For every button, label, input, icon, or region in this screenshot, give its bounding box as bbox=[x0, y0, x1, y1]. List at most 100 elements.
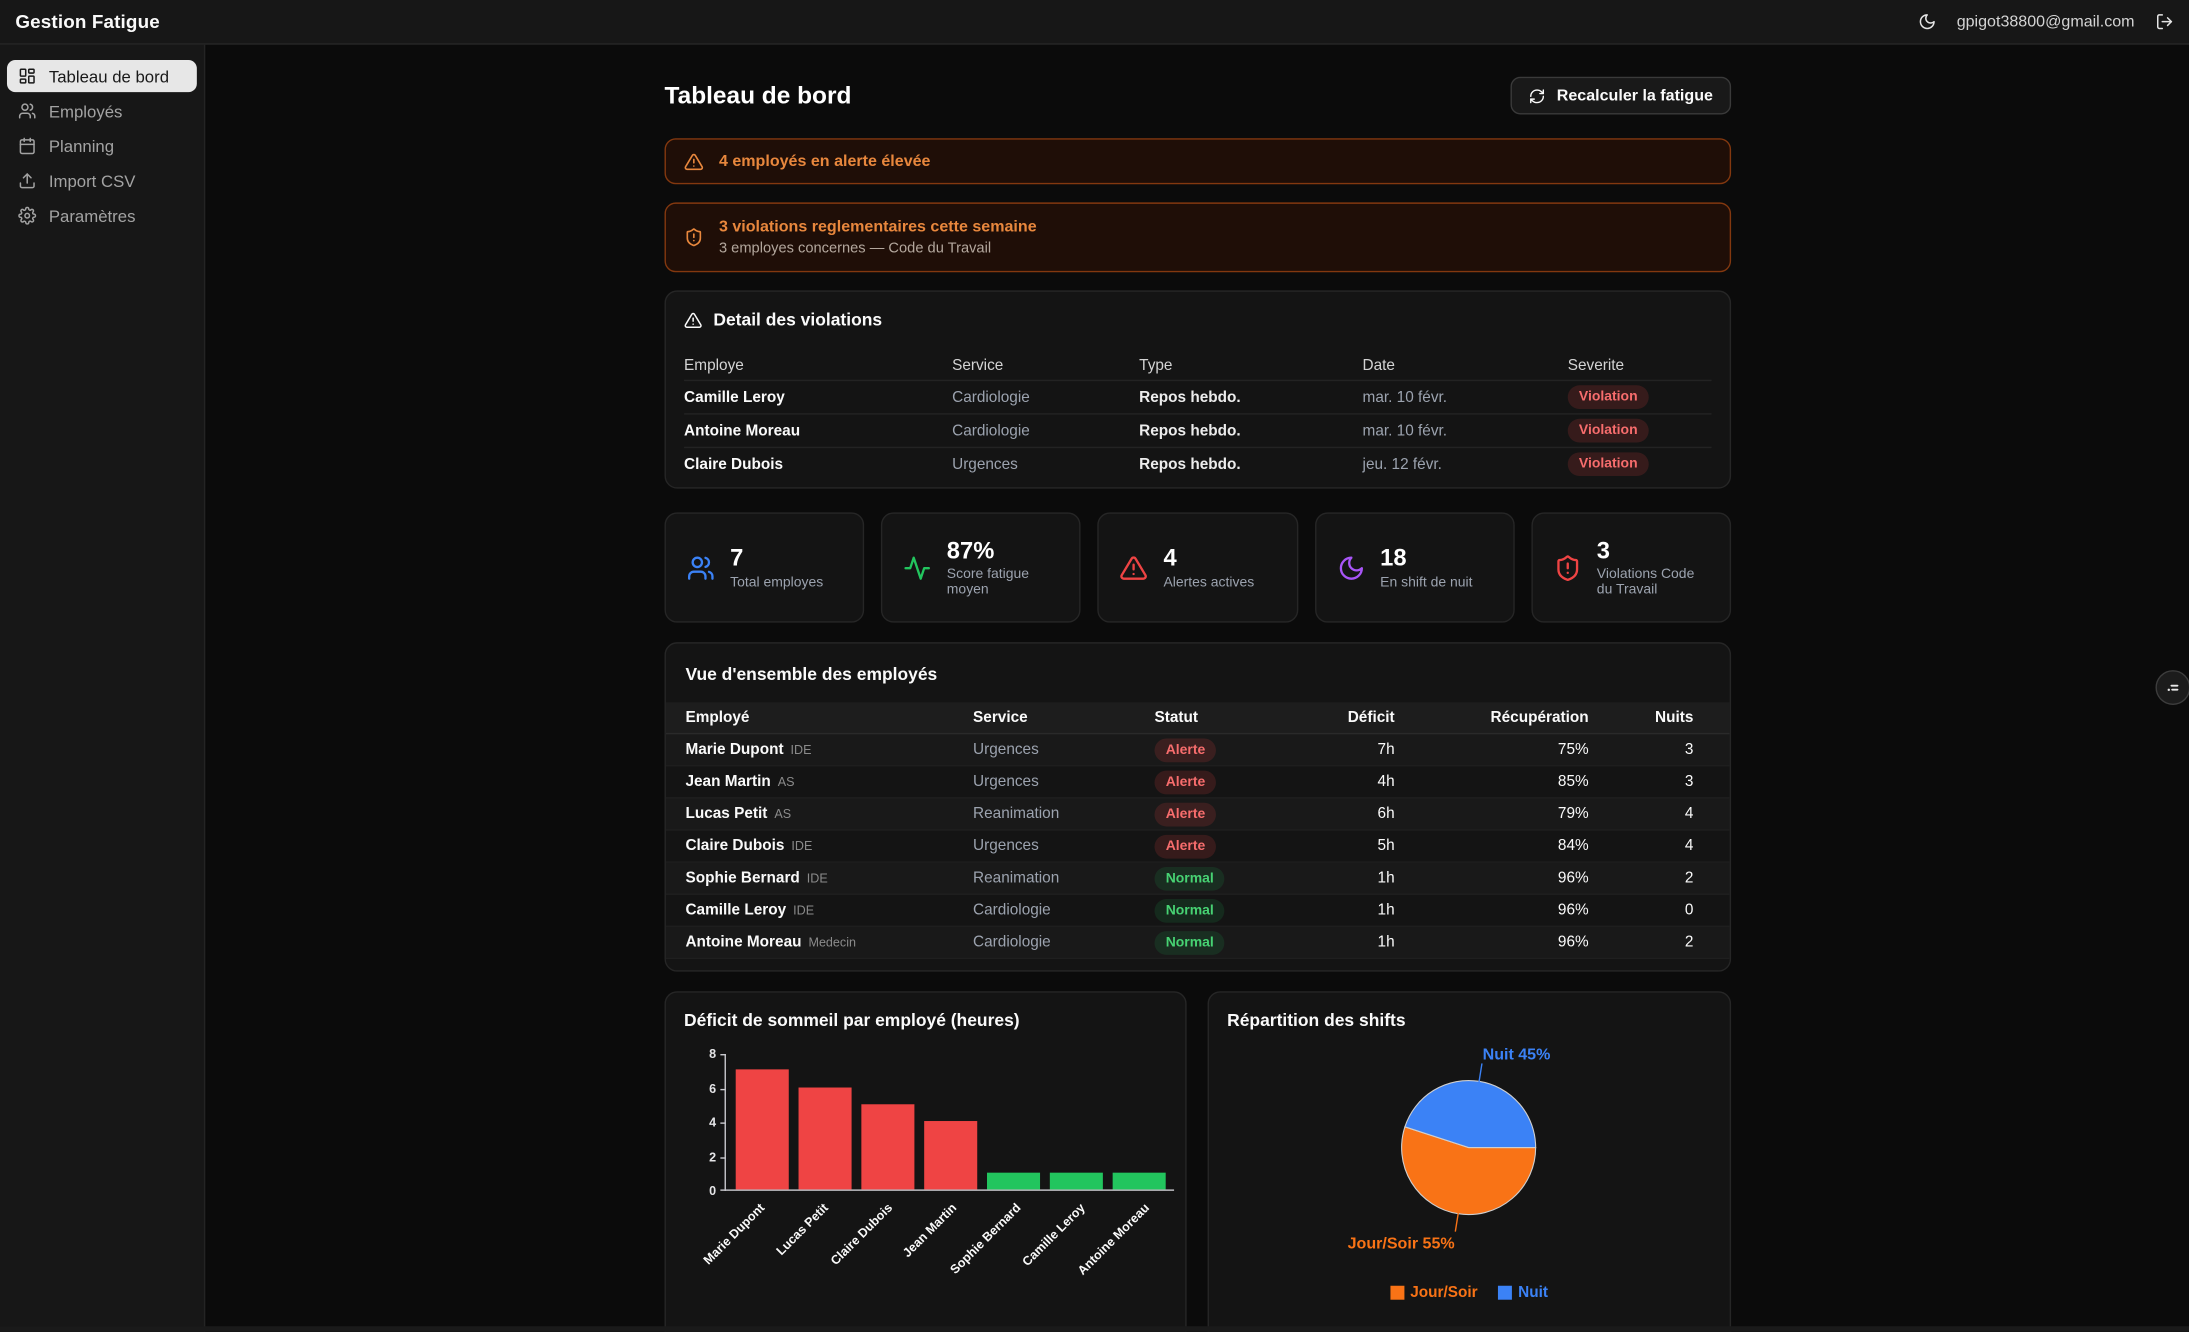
y-axis-tick: 8 bbox=[709, 1047, 716, 1061]
alert-triangle-icon bbox=[1120, 554, 1148, 582]
bar-plot: 02468 bbox=[725, 1054, 1175, 1191]
legend-label: Nuit bbox=[1518, 1284, 1548, 1301]
refresh-icon bbox=[1529, 87, 1546, 104]
legend-swatch bbox=[1499, 1286, 1513, 1300]
stat-value: 4 bbox=[1163, 545, 1254, 572]
sidebar-item-label: Planning bbox=[49, 136, 114, 156]
violations-card-title: Detail des violations bbox=[713, 310, 882, 330]
bar-lucas-petit bbox=[798, 1087, 851, 1190]
legend-label: Jour/Soir bbox=[1410, 1284, 1477, 1301]
table-row: Antoine MoreauMedecin Cardiologie Normal… bbox=[666, 927, 1730, 959]
table-row: Claire DuboisIDE Urgences Alerte 5h 84% … bbox=[666, 831, 1730, 863]
logout-button[interactable] bbox=[2155, 13, 2173, 31]
pie-chart: Jour/Soir 55% Nuit 45% Jour/Soir Nuit bbox=[1227, 1041, 1711, 1301]
high-alert-banner: 4 employés en alerte élevée bbox=[665, 138, 1732, 184]
bar-chart: 02468 Marie DupontLucas PetitClaire Dubo… bbox=[725, 1054, 1175, 1277]
y-axis-tick: 0 bbox=[709, 1184, 716, 1198]
shield-alert-icon bbox=[1554, 554, 1582, 582]
stat-card-code-violations: 3 Violations Code du Travail bbox=[1531, 512, 1731, 622]
stat-value: 7 bbox=[730, 545, 823, 572]
alert-triangle-icon bbox=[684, 311, 702, 329]
table-row: Camille LeroyIDE Cardiologie Normal 1h 9… bbox=[666, 895, 1730, 927]
activity-icon bbox=[904, 554, 932, 582]
stat-label: Violations Code du Travail bbox=[1597, 567, 1709, 598]
topbar-right: gpigot38800@gmail.com bbox=[1918, 13, 2174, 31]
status-badge: Alerte bbox=[1155, 834, 1217, 858]
sidebar-item-employes[interactable]: Employés bbox=[7, 95, 197, 127]
sidebar-item-label: Tableau de bord bbox=[49, 66, 169, 86]
calendar-icon bbox=[18, 137, 36, 155]
violations-detail-card: Detail des violations Employe Service Ty… bbox=[665, 290, 1732, 488]
status-badge: Violation bbox=[1568, 419, 1649, 443]
x-axis-label: Marie Dupont bbox=[700, 1201, 767, 1268]
shift-distribution-chart-card: Répartition des shifts Jour/Soir 55% Nuit… bbox=[1208, 991, 1732, 1332]
shield-alert-icon bbox=[684, 228, 704, 248]
y-axis-tick: 6 bbox=[709, 1081, 716, 1095]
employee-overview-card: Vue d'ensemble des employés Employé Serv… bbox=[665, 642, 1732, 971]
role-tag: AS bbox=[774, 807, 791, 821]
pie-svg: Jour/Soir 55% Nuit 45% bbox=[1227, 1041, 1711, 1281]
user-email: gpigot38800@gmail.com bbox=[1957, 13, 2135, 30]
role-tag: IDE bbox=[807, 871, 828, 885]
pie-label: Nuit 45% bbox=[1483, 1045, 1551, 1063]
pie-chart-title: Répartition des shifts bbox=[1227, 1011, 1711, 1031]
pie-legend: Jour/Soir Nuit bbox=[1227, 1284, 1711, 1301]
table-row: Marie DupontIDE Urgences Alerte 7h 75% 3 bbox=[666, 734, 1730, 766]
role-tag: AS bbox=[778, 775, 795, 789]
legend-swatch bbox=[1391, 1286, 1405, 1300]
role-tag: IDE bbox=[791, 743, 812, 757]
table-row: Lucas PetitAS Reanimation Alerte 6h 79% … bbox=[666, 799, 1730, 831]
main-area: Tableau de bord Recalculer la fatigue 4 … bbox=[207, 45, 2189, 1332]
stat-value: 87% bbox=[947, 537, 1059, 564]
recalculate-fatigue-button[interactable]: Recalculer la fatigue bbox=[1511, 77, 1731, 115]
bar-jean-martin bbox=[923, 1121, 976, 1189]
status-badge: Alerte bbox=[1155, 802, 1217, 826]
stat-card-night-shift: 18 En shift de nuit bbox=[1315, 512, 1515, 622]
bar-sophie-bernard bbox=[986, 1172, 1039, 1189]
overview-table: Employé Service Statut Déficit Récupérat… bbox=[666, 702, 1730, 959]
stats-row: 7 Total employes 87% Score fatigue moyen bbox=[665, 512, 1732, 622]
app-title: Gestion Fatigue bbox=[15, 11, 160, 32]
floating-list-button[interactable] bbox=[2155, 670, 2189, 705]
pie-label: Jour/Soir 55% bbox=[1348, 1234, 1455, 1252]
sidebar-item-planning[interactable]: Planning bbox=[7, 130, 197, 162]
sidebar-item-label: Employés bbox=[49, 101, 123, 121]
bottom-edge bbox=[0, 1326, 2189, 1332]
sidebar-item-label: Paramètres bbox=[49, 206, 136, 226]
app-window: Gestion Fatigue gpigot38800@gmail.com Ta… bbox=[0, 0, 2189, 1332]
upload-icon bbox=[18, 172, 36, 190]
list-icon bbox=[2164, 678, 2182, 696]
sidebar-item-label: Import CSV bbox=[49, 171, 136, 191]
y-axis-tick: 2 bbox=[709, 1150, 716, 1164]
y-axis-tick: 4 bbox=[709, 1115, 716, 1129]
users-icon bbox=[687, 554, 715, 582]
sidebar-item-tableau-de-bord[interactable]: Tableau de bord bbox=[7, 60, 197, 92]
bar-chart-title: Déficit de sommeil par employé (heures) bbox=[684, 1011, 1167, 1031]
sidebar-item-import-csv[interactable]: Import CSV bbox=[7, 165, 197, 197]
violations-banner-title: 3 violations reglementaires cette semain… bbox=[719, 218, 1037, 235]
bar-antoine-moreau bbox=[1112, 1172, 1165, 1189]
stat-label: Total employes bbox=[730, 575, 823, 590]
violations-table-header: Employe Service Type Date Severite bbox=[684, 350, 1711, 379]
role-tag: IDE bbox=[791, 839, 812, 853]
topbar: Gestion Fatigue gpigot38800@gmail.com bbox=[0, 0, 2189, 45]
stat-label: Alertes actives bbox=[1163, 575, 1254, 590]
dashboard-icon bbox=[18, 67, 36, 85]
legend-item: Jour/Soir bbox=[1391, 1284, 1478, 1301]
logout-icon bbox=[2155, 13, 2173, 31]
table-row: Camille Leroy Cardiologie Repos hebdo. m… bbox=[684, 380, 1711, 414]
settings-icon bbox=[18, 207, 36, 225]
status-badge: Alerte bbox=[1155, 738, 1217, 762]
status-badge: Alerte bbox=[1155, 770, 1217, 794]
role-tag: Medecin bbox=[808, 935, 856, 949]
theme-toggle-button[interactable] bbox=[1918, 13, 1936, 31]
moon-icon bbox=[1337, 554, 1365, 582]
stat-label: Score fatigue moyen bbox=[947, 567, 1059, 598]
stat-card-total-employees: 7 Total employes bbox=[665, 512, 865, 622]
violations-banner-subtitle: 3 employes concernes — Code du Travail bbox=[719, 239, 1037, 256]
high-alert-text: 4 employés en alerte élevée bbox=[719, 153, 931, 170]
sidebar: Tableau de bord Employés Planning Import… bbox=[0, 45, 205, 1332]
bar-xlabels: Marie DupontLucas PetitClaire DuboisJean… bbox=[725, 1194, 1175, 1278]
sidebar-item-parametres[interactable]: Paramètres bbox=[7, 200, 197, 232]
status-badge: Violation bbox=[1568, 385, 1649, 409]
